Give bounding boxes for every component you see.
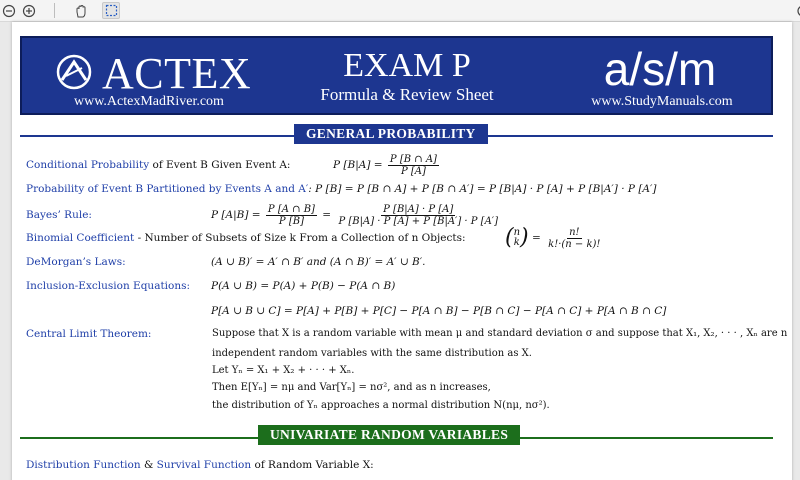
document-page: ACTEX www.ActexMadRiver.com EXAM P Formu… [12,22,792,480]
conditional-probability-label: Conditional Probability [26,159,150,171]
clt-line-1: Suppose that X is a random variable with… [212,328,788,339]
distribution-function-desc: of Random Variable X: [251,459,374,471]
fraction-denominator: P [A] [400,165,426,177]
fraction-numerator: n! [567,226,582,239]
formula-fraction: n! k!·(n − k)! [546,227,602,250]
asm-brand: a/s/m [603,43,717,95]
fraction-denominator: P [B|A] · P [A] + P [B|A′] · P [A′] [338,215,498,227]
clt-row: Central Limit Theorem: [26,327,151,341]
clt-line-4: Then E[Yₙ] = nμ and Var[Yₙ] = nσ², and a… [212,382,491,393]
fraction-numerator: P [A ∩ B] [265,203,317,216]
inclusion-exclusion-formula-2: P[A ∪ B ∪ C] = P[A] + P[B] + P[C] − P[A … [211,305,667,317]
inclusion-exclusion-row: Inclusion-Exclusion Equations: [26,279,190,293]
hand-tool-icon [76,4,86,17]
marquee-select-icon [105,4,117,17]
formula-fraction: P [A ∩ B] P [B] [265,203,317,227]
clt-label: Central Limit Theorem: [26,328,152,340]
viewer-toolbar [0,0,800,22]
clt-line-5: the distribution of Yₙ approaches a norm… [212,400,550,411]
equals-sign: = [531,232,541,244]
zoom-in-button[interactable] [20,2,38,19]
toolbar-divider [54,3,55,18]
formula-fraction: P [B ∩ A] P [A] [387,153,439,177]
ampersand: & [140,459,157,471]
bayes-rule-label: Bayes’ Rule: [26,209,92,221]
zoom-out-icon [2,4,16,17]
search-button[interactable] [790,2,800,19]
clt-line-2: independent random variables with the sa… [212,348,532,359]
inclusion-exclusion-label: Inclusion-Exclusion Equations: [26,280,191,292]
actex-url: www.ActexMadRiver.com [74,94,224,109]
conditional-probability-formula: P [B|A] = P [B ∩ A] P [A] [333,152,441,178]
hand-tool-button[interactable] [72,2,90,19]
asm-url: www.StudyManuals.com [591,94,733,109]
distribution-function-row: Distribution Function & Survival Functio… [26,458,374,472]
fraction-numerator: P [B ∩ A] [387,153,439,166]
exam-subtitle: Formula & Review Sheet [320,85,494,104]
actex-brand: ACTEX [102,49,252,98]
bayes-rule-formula: P [A|B] = P [A ∩ B] P [B] = P [B|A] · P [… [211,201,502,229]
partition-formula: : P [B] = P [B ∩ A] + P [B ∩ A′] = P [B|… [308,183,657,195]
fraction-numerator: P [B|A] · P [A] [381,203,456,216]
partition-label: Probability of Event B Partitioned by Ev… [26,183,309,195]
binomial-coefficient-desc: - Number of Subsets of Size k From a Col… [134,232,466,244]
survival-function-label: Survival Function [156,459,252,471]
formula-lhs: P [B|A] = [333,159,383,171]
zoom-in-icon [22,4,36,17]
zoom-out-button[interactable] [0,2,18,19]
demorgan-label: DeMorgan’s Laws: [26,256,126,268]
header-banner: ACTEX www.ActexMadRiver.com EXAM P Formu… [20,36,773,115]
fraction-denominator: k!·(n − k)! [548,238,601,250]
binomial-coefficient-label: Binomial Coefficient [26,232,135,244]
binomial-coefficient-formula: (n k) = n! k!·(n − k)! [505,224,604,252]
actex-logo-icon [56,54,92,90]
binomial-k: k [513,237,520,248]
marquee-select-button[interactable] [102,2,120,19]
binomial-symbol: (n k) [505,225,529,250]
equals-sign: = [322,209,332,221]
formula-lhs: P [A|B] = [211,209,261,221]
conditional-probability-row: Conditional Probability of Event B Given… [26,158,290,172]
formula-fraction: P [B|A] · P [A] P [B|A] · P [A] + P [B|A′… [336,204,500,227]
section-title-general: GENERAL PROBABILITY [294,124,488,144]
distribution-function-label: Distribution Function [26,459,141,471]
conditional-probability-desc: of Event B Given Event A: [149,159,291,171]
fraction-denominator: P [B] [278,215,304,227]
bayes-rule-row: Bayes’ Rule: [26,208,92,222]
demorgan-formula: (A ∪ B)′ = A′ ∩ B′ and (A ∩ B)′ = A′ ∪ B… [211,256,426,268]
clt-line-3: Let Yₙ = X₁ + X₂ + · · · + Xₙ. [212,365,355,376]
partition-row: Probability of Event B Partitioned by Ev… [26,182,656,196]
section-title-univariate: UNIVARIATE RANDOM VARIABLES [258,425,521,445]
demorgan-row: DeMorgan’s Laws: [26,255,126,269]
search-icon [797,5,800,16]
inclusion-exclusion-formula-1: P(A ∪ B) = P(A) + P(B) − P(A ∩ B) [211,280,396,292]
binomial-coefficient-row: Binomial Coefficient - Number of Subsets… [26,231,466,245]
exam-title: EXAM P [343,47,471,84]
